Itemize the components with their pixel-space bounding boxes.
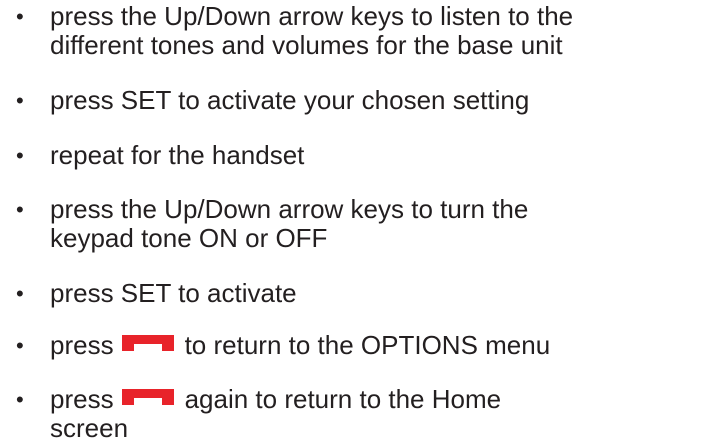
item-text-line: different tones and volumes for the base… [50, 30, 563, 60]
item-text-after-icon: again to return to the Home [184, 384, 502, 414]
bullet: • [16, 143, 24, 168]
item-text: press the Up/Down arrow keys to turn the… [50, 195, 710, 253]
hang-up-key-icon [121, 335, 174, 351]
bullet: • [16, 197, 24, 222]
item-text: press the Up/Down arrow keys to listen t… [50, 2, 710, 60]
bullet: • [16, 387, 24, 412]
bullet: • [16, 333, 24, 358]
item-text-line: press to return to the OPTIONS menu [50, 331, 710, 360]
item-text: press SET to activate your chosen settin… [50, 86, 710, 115]
item-text: press to return to the OPTIONS menu [50, 331, 710, 360]
item-text-before-icon: press [50, 384, 114, 414]
bullet: • [16, 281, 24, 306]
item-text: repeat for the handset [50, 141, 710, 170]
hang-up-key-icon [121, 389, 174, 405]
item-text-after-icon: to return to the OPTIONS menu [184, 330, 551, 360]
item-text-line: keypad tone ON or OFF [50, 223, 328, 253]
item-text: press again to return to the Home screen [50, 385, 710, 443]
item-text-line: press the Up/Down arrow keys to listen t… [50, 1, 574, 31]
item-text-line: screen [50, 413, 129, 443]
item-text-line: press the Up/Down arrow keys to turn the [50, 194, 529, 224]
bullet: • [16, 88, 24, 113]
item-text-before-icon: press [50, 330, 114, 360]
item-text-line: repeat for the handset [50, 140, 305, 170]
item-text-line: press SET to activate your chosen settin… [50, 85, 530, 115]
bullet: • [16, 4, 24, 29]
item-text: press SET to activate [50, 279, 710, 308]
item-text-line: press again to return to the Home [50, 385, 710, 414]
item-text-line: press SET to activate [50, 278, 297, 308]
